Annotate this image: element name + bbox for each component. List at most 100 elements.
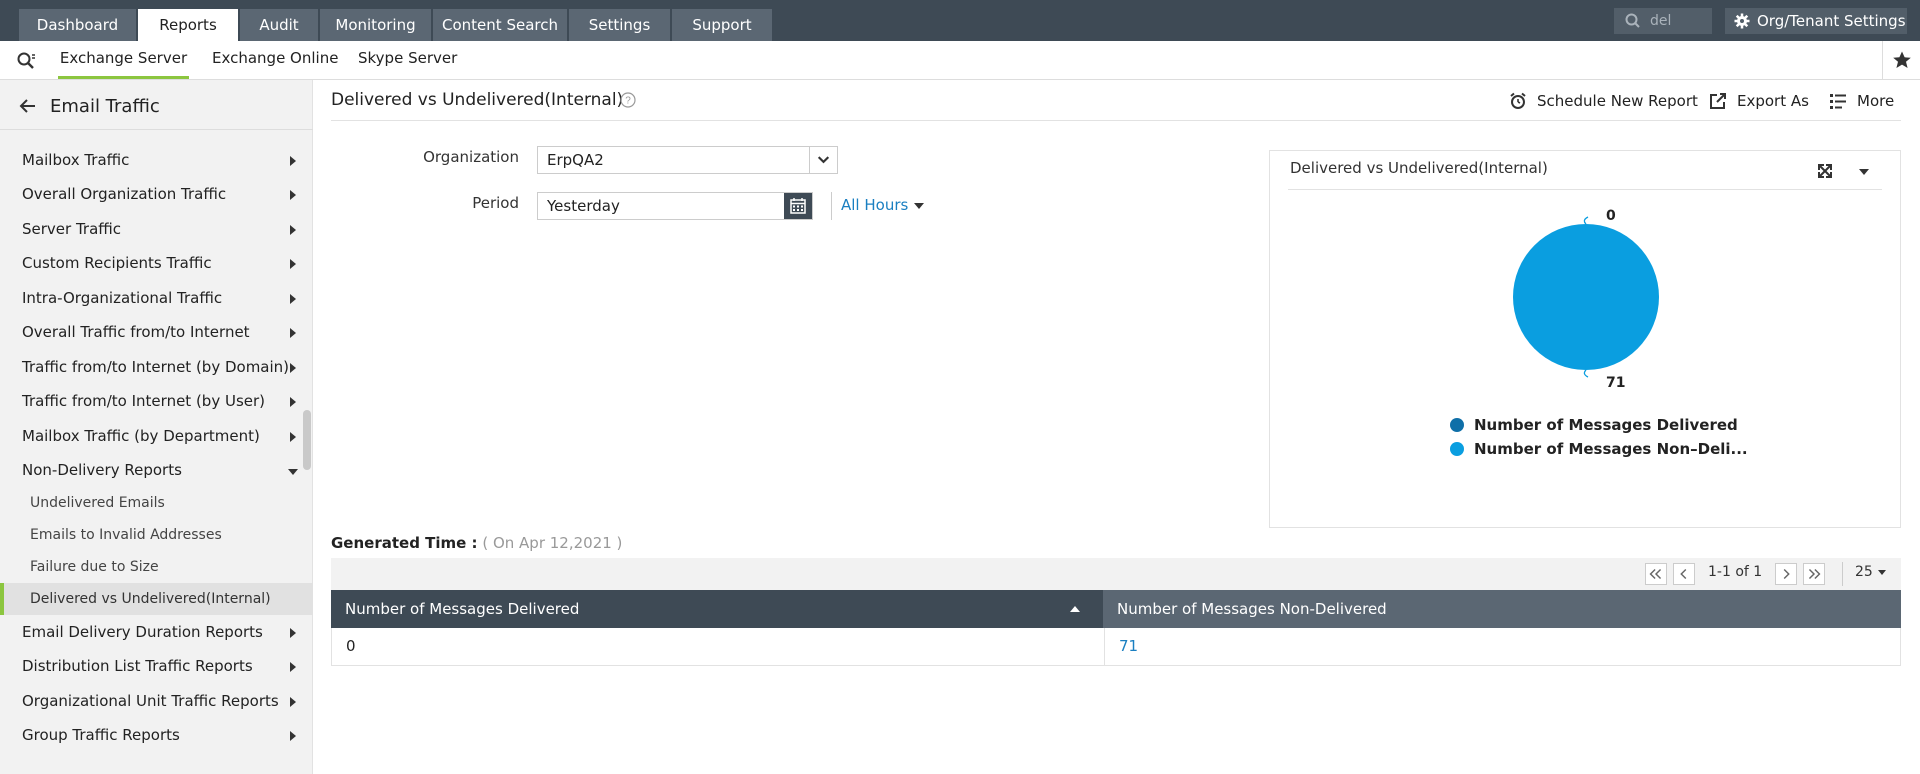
page-size-select[interactable]: 25 — [1855, 564, 1886, 580]
sidebar-item-organizational-unit-traffic[interactable]: Organizational Unit Traffic Reports — [0, 684, 313, 718]
star-icon[interactable] — [1892, 50, 1912, 70]
back-arrow-icon[interactable] — [18, 96, 38, 116]
prev-page-icon[interactable] — [1673, 563, 1695, 585]
tab-audit[interactable]: Audit — [240, 9, 318, 41]
sidebar-title: Email Traffic — [50, 96, 160, 117]
sidebar-item-traffic-internet-by-user[interactable]: Traffic from/to Internet (by User) — [0, 384, 313, 418]
export-as-button[interactable]: Export As — [1709, 92, 1809, 110]
last-page-icon[interactable] — [1803, 563, 1825, 585]
sidebar-item-label: Traffic from/to Internet (by User) — [22, 392, 266, 410]
column-header-label: Number of Messages Delivered — [345, 600, 580, 618]
sidebar-resize-handle[interactable] — [303, 410, 311, 470]
sidebar-item-label: Non-Delivery Reports — [22, 461, 182, 479]
sidebar-item-intra-organizational-traffic[interactable]: Intra-Organizational Traffic — [0, 281, 313, 315]
organization-select[interactable]: ErpQA2 — [537, 146, 838, 174]
chevron-right-icon — [290, 628, 296, 638]
tab-settings[interactable]: Settings — [569, 9, 670, 41]
cell-non-delivered-link[interactable]: 71 — [1104, 628, 1901, 665]
chevron-right-icon — [290, 397, 296, 407]
alarm-clock-icon — [1510, 92, 1526, 109]
column-header-delivered[interactable]: Number of Messages Delivered — [331, 590, 1103, 628]
pie-data-label: 71 — [1606, 375, 1625, 391]
caret-down-icon — [914, 202, 925, 209]
organization-label: Organization — [423, 148, 519, 166]
chevron-down-icon — [809, 147, 830, 173]
chart-legend: Number of Messages Delivered Number of M… — [1450, 413, 1748, 461]
column-header-label: Number of Messages Non-Delivered — [1117, 600, 1387, 618]
subtab-exchange-server[interactable]: Exchange Server — [58, 41, 189, 79]
sidebar-item-email-delivery-duration[interactable]: Email Delivery Duration Reports — [0, 615, 313, 649]
sidebar-item-label: Traffic from/to Internet (by Domain) — [22, 358, 290, 376]
legend-label: Number of Messages Non–Deli... — [1474, 440, 1748, 458]
pie-slice-1[interactable] — [1513, 224, 1659, 370]
tab-dashboard[interactable]: Dashboard — [19, 9, 136, 41]
org-tenant-settings-button[interactable]: Org/Tenant Settings — [1725, 8, 1907, 34]
next-page-icon[interactable] — [1775, 563, 1797, 585]
chevron-right-icon — [290, 294, 296, 304]
column-header-non-delivered[interactable]: Number of Messages Non-Delivered — [1103, 590, 1901, 628]
subtab-exchange-online[interactable]: Exchange Online — [212, 41, 338, 79]
sidebar-item-mailbox-traffic-by-department[interactable]: Mailbox Traffic (by Department) — [0, 419, 313, 453]
sidebar-item-label: Group Traffic Reports — [22, 726, 180, 744]
svg-text:?: ? — [625, 96, 631, 107]
sidebar-item-group-traffic[interactable]: Group Traffic Reports — [0, 718, 313, 752]
chevron-down-icon — [288, 469, 298, 475]
sidebar-item-custom-recipients-traffic[interactable]: Custom Recipients Traffic — [0, 246, 313, 280]
sidebar-item-overall-traffic-internet[interactable]: Overall Traffic from/to Internet — [0, 315, 313, 349]
sidebar-item-distribution-list-traffic[interactable]: Distribution List Traffic Reports — [0, 649, 313, 683]
page-title: Delivered vs Undelivered(Internal) — [331, 90, 624, 110]
sidebar-item-label: Overall Traffic from/to Internet — [22, 323, 250, 341]
sidebar-header: Email Traffic — [0, 80, 313, 130]
legend-item-non-delivered[interactable]: Number of Messages Non–Deli... — [1450, 437, 1748, 461]
search-reports-icon[interactable] — [15, 50, 37, 72]
sidebar-item-server-traffic[interactable]: Server Traffic — [0, 212, 313, 246]
all-hours-dropdown[interactable]: All Hours — [841, 196, 925, 214]
sidebar-subitem-failure-due-to-size[interactable]: Failure due to Size — [0, 551, 313, 583]
tab-reports[interactable]: Reports — [138, 9, 238, 41]
chevron-right-icon — [290, 662, 296, 672]
sidebar-item-non-delivery-reports[interactable]: Non-Delivery Reports — [0, 453, 313, 487]
sidebar-subitem-undelivered-emails[interactable]: Undelivered Emails — [0, 487, 313, 519]
pie-chart: 0 71 — [1513, 208, 1659, 391]
main-tabs: Dashboard Reports Audit Monitoring Conte… — [19, 9, 774, 41]
export-icon — [1710, 93, 1726, 109]
subnav-divider — [1882, 41, 1883, 80]
generated-time-label: Generated Time : — [331, 534, 478, 552]
first-page-icon[interactable] — [1645, 563, 1667, 585]
legend-marker — [1450, 442, 1464, 456]
tab-monitoring[interactable]: Monitoring — [320, 9, 431, 41]
tab-content-search[interactable]: Content Search — [433, 9, 567, 41]
org-tenant-settings-label: Org/Tenant Settings — [1757, 12, 1906, 30]
period-value: Yesterday — [547, 197, 620, 215]
organization-value: ErpQA2 — [547, 151, 604, 169]
caret-down-icon — [1877, 569, 1886, 575]
sidebar-item-traffic-internet-by-domain[interactable]: Traffic from/to Internet (by Domain) — [0, 350, 313, 384]
pagination-divider — [1842, 562, 1843, 586]
schedule-new-report-label: Schedule New Report — [1537, 92, 1698, 110]
cell-delivered: 0 — [346, 637, 356, 655]
more-button[interactable]: More — [1829, 92, 1894, 110]
pie-data-label: 0 — [1606, 208, 1616, 224]
sidebar: Email Traffic Mailbox Traffic Overall Or… — [0, 80, 313, 774]
sidebar-item-label: Intra-Organizational Traffic — [22, 289, 223, 307]
sidebar-item-mailbox-traffic[interactable]: Mailbox Traffic — [0, 143, 313, 177]
calendar-icon[interactable] — [784, 193, 812, 219]
legend-item-delivered[interactable]: Number of Messages Delivered — [1450, 413, 1748, 437]
schedule-new-report-button[interactable]: Schedule New Report — [1509, 92, 1698, 110]
sidebar-item-overall-organization-traffic[interactable]: Overall Organization Traffic — [0, 177, 313, 211]
tab-support[interactable]: Support — [672, 9, 772, 41]
global-search-input[interactable]: del — [1614, 8, 1712, 34]
subtab-skype-server[interactable]: Skype Server — [358, 41, 457, 79]
sidebar-subitem-delivered-vs-undelivered[interactable]: Delivered vs Undelivered(Internal) — [0, 583, 313, 615]
help-icon[interactable]: ? — [620, 92, 636, 108]
data-label-connector — [1583, 369, 1589, 378]
chevron-right-icon — [290, 731, 296, 741]
filter-divider — [831, 192, 832, 220]
chart-panel: Delivered vs Undelivered(Internal) 0 71 N… — [1269, 150, 1901, 528]
data-label-connector — [1583, 216, 1589, 225]
chevron-right-icon — [290, 328, 296, 338]
chevron-right-icon — [290, 363, 296, 373]
period-input[interactable]: Yesterday — [537, 192, 813, 220]
sidebar-subitem-invalid-addresses[interactable]: Emails to Invalid Addresses — [0, 519, 313, 551]
chevron-right-icon — [290, 697, 296, 707]
